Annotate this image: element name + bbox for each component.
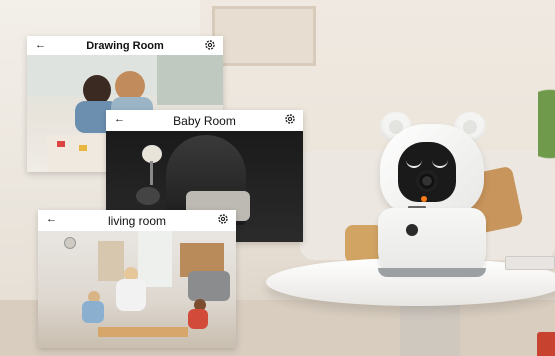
back-arrow-icon[interactable]: ← <box>114 113 126 125</box>
wall-picture-frame <box>212 6 316 66</box>
live-feed-living-room[interactable] <box>38 231 236 348</box>
camera-face-panel <box>398 142 456 202</box>
feed-window <box>157 55 223 105</box>
card-header: ← living room <box>38 210 236 231</box>
card-header: ← Drawing Room <box>27 36 223 55</box>
toy-block <box>57 141 65 147</box>
product-scene: ← Drawing Room ← Baby Room ← living room <box>0 0 555 356</box>
lamp-stand <box>150 161 153 185</box>
child-body <box>188 309 208 329</box>
gear-icon[interactable] <box>284 113 296 125</box>
child-body <box>82 301 104 323</box>
camera-card-living-room[interactable]: ← living room <box>38 210 236 348</box>
back-arrow-icon[interactable]: ← <box>46 213 58 225</box>
adult-body <box>116 279 146 311</box>
bear-security-camera <box>376 112 488 277</box>
camera-lens <box>416 170 438 192</box>
microphone-icon <box>406 224 418 236</box>
toy-block <box>79 145 87 151</box>
plant <box>538 80 555 190</box>
closed-eye-icon <box>432 160 448 168</box>
gear-icon[interactable] <box>217 213 229 225</box>
card-header: ← Baby Room <box>106 110 303 131</box>
closed-eye-icon <box>406 160 422 168</box>
feed-window <box>138 231 172 287</box>
camera-head <box>380 124 484 216</box>
teddy-bear <box>136 187 160 205</box>
table-base <box>400 300 460 356</box>
corner-accent <box>537 332 555 356</box>
camera-title: living room <box>107 213 167 228</box>
shelf <box>98 241 124 281</box>
camera-title: Baby Room <box>173 113 236 128</box>
toy-blocks <box>98 327 188 337</box>
feed-sofa <box>188 271 230 301</box>
camera-base <box>378 268 486 277</box>
back-arrow-icon[interactable]: ← <box>35 39 47 51</box>
gear-icon[interactable] <box>204 39 216 51</box>
indicator-light <box>421 196 427 202</box>
camera-body <box>378 208 486 272</box>
camera-title: Drawing Room <box>86 39 164 52</box>
book-stack <box>505 256 555 270</box>
wall-clock <box>64 237 76 249</box>
